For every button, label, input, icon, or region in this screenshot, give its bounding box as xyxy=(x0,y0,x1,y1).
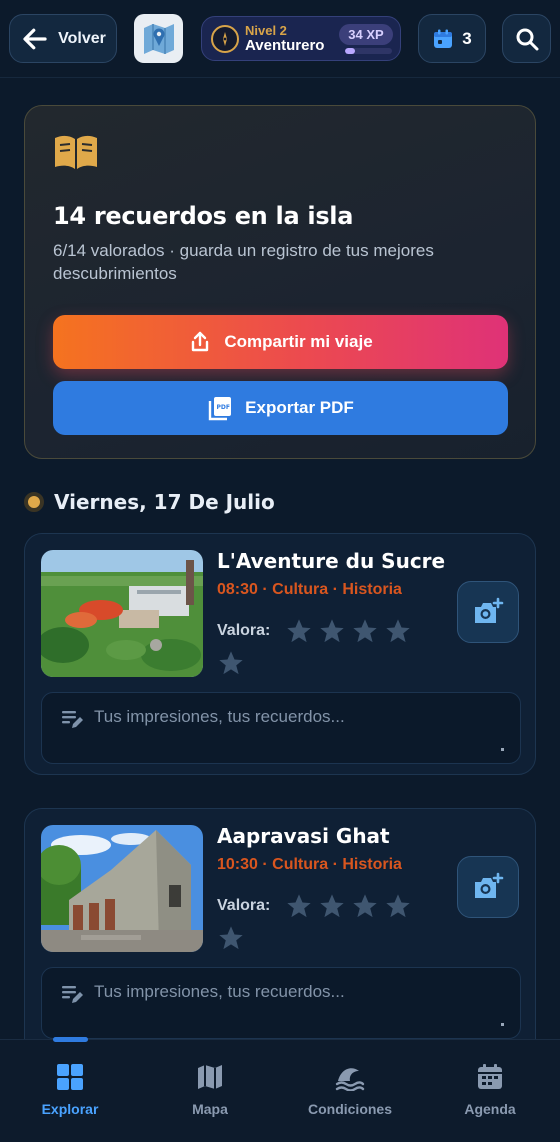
waves-icon xyxy=(335,1068,365,1091)
level-number: Nivel 2 xyxy=(245,23,287,38)
day-header: Viernes, 17 De Julio xyxy=(24,488,275,516)
xp-badge: 34 XP xyxy=(339,24,393,45)
export-pdf-label: Exportar PDF xyxy=(245,398,354,417)
place-name: L'Aventure du Sucre xyxy=(217,549,446,573)
tab-mapa[interactable]: Mapa xyxy=(140,1063,280,1123)
tab-label: Explorar xyxy=(41,1101,99,1117)
summary-title: 14 recuerdos en la isla xyxy=(53,202,354,230)
xp-progress-fill xyxy=(345,48,356,54)
agenda-count-button[interactable]: 3 xyxy=(418,14,486,63)
day-title: Viernes, 17 De Julio xyxy=(54,490,275,514)
svg-text:PDF: PDF xyxy=(217,404,230,411)
star-icon[interactable] xyxy=(285,617,313,645)
notes-placeholder: Tus impresiones, tus recuerdos... xyxy=(94,707,345,726)
place-photo[interactable] xyxy=(41,825,203,952)
memories-summary-card: 14 recuerdos en la isla 6/14 valorados ·… xyxy=(24,105,536,459)
map-icon xyxy=(198,1065,222,1089)
compass-icon xyxy=(211,25,239,53)
top-bar: Volver Nivel 2 Aventurero 34 XP 3 xyxy=(0,0,560,78)
star-icon[interactable] xyxy=(285,892,313,920)
open-book-icon xyxy=(55,135,97,169)
rating-stars xyxy=(285,892,412,920)
tab-explorar[interactable]: Explorar xyxy=(0,1063,140,1123)
search-icon xyxy=(516,28,538,50)
place-meta: 10:30 · Cultura · Historia xyxy=(217,856,402,873)
folded-map-icon xyxy=(143,23,174,54)
tab-agenda[interactable]: Agenda xyxy=(420,1063,560,1123)
tab-label: Agenda xyxy=(464,1101,516,1117)
xp-progress-bar xyxy=(345,48,392,54)
share-icon xyxy=(192,331,209,352)
back-button[interactable]: Volver xyxy=(9,14,117,63)
share-trip-button[interactable]: Compartir mi viaje xyxy=(53,315,508,369)
export-pdf-button[interactable]: PDF Exportar PDF xyxy=(53,381,508,435)
star-icon[interactable] xyxy=(384,617,412,645)
level-badge[interactable]: Nivel 2 Aventurero 34 XP xyxy=(201,16,401,61)
rating-stars xyxy=(285,617,412,645)
share-trip-label: Compartir mi viaje xyxy=(224,332,373,351)
calendar-icon xyxy=(434,29,453,48)
star-icon[interactable] xyxy=(217,649,245,677)
resize-grip[interactable] xyxy=(501,748,504,751)
tab-condiciones[interactable]: Condiciones xyxy=(280,1063,420,1123)
arrow-left-icon xyxy=(23,28,47,49)
notes-edit-icon xyxy=(62,711,83,728)
summary-subtitle: 6/14 valorados · guarda un registro de t… xyxy=(53,241,434,283)
place-photo[interactable] xyxy=(41,550,203,677)
search-button[interactable] xyxy=(502,14,551,63)
place-meta: 08:30 · Cultura · Historia xyxy=(217,581,402,598)
add-photo-icon xyxy=(475,872,504,898)
star-icon[interactable] xyxy=(351,892,379,920)
day-dot-icon xyxy=(24,492,44,512)
place-name: Aapravasi Ghat xyxy=(217,824,390,848)
add-photo-icon xyxy=(475,597,504,623)
tab-label: Mapa xyxy=(192,1101,228,1117)
level-name: Aventurero xyxy=(245,37,325,54)
map-logo[interactable] xyxy=(134,14,183,63)
resize-grip[interactable] xyxy=(501,1023,504,1026)
add-photo-button[interactable] xyxy=(457,581,519,643)
star-icon[interactable] xyxy=(351,617,379,645)
notes-placeholder: Tus impresiones, tus recuerdos... xyxy=(94,982,345,1001)
tab-label: Condiciones xyxy=(307,1101,392,1117)
grid-icon xyxy=(57,1064,83,1090)
star-icon[interactable] xyxy=(217,924,245,952)
pdf-icon: PDF xyxy=(208,397,232,421)
memory-card: Aapravasi Ghat 10:30 · Cultura · Histori… xyxy=(24,808,536,1058)
star-icon[interactable] xyxy=(318,892,346,920)
star-icon[interactable] xyxy=(318,617,346,645)
back-button-label: Volver xyxy=(58,29,106,47)
rate-label: Valora: xyxy=(217,897,271,914)
memory-card: L'Aventure du Sucre 08:30 · Cultura · Hi… xyxy=(24,533,536,775)
rate-label: Valora: xyxy=(217,622,271,639)
notes-textarea[interactable]: Tus impresiones, tus recuerdos... xyxy=(41,967,521,1039)
star-icon[interactable] xyxy=(384,892,412,920)
notes-edit-icon xyxy=(62,986,83,1003)
add-photo-button[interactable] xyxy=(457,856,519,918)
agenda-count: 3 xyxy=(462,28,472,48)
calendar-icon xyxy=(478,1064,502,1089)
active-tab-indicator xyxy=(53,1037,88,1042)
notes-textarea[interactable]: Tus impresiones, tus recuerdos... xyxy=(41,692,521,764)
